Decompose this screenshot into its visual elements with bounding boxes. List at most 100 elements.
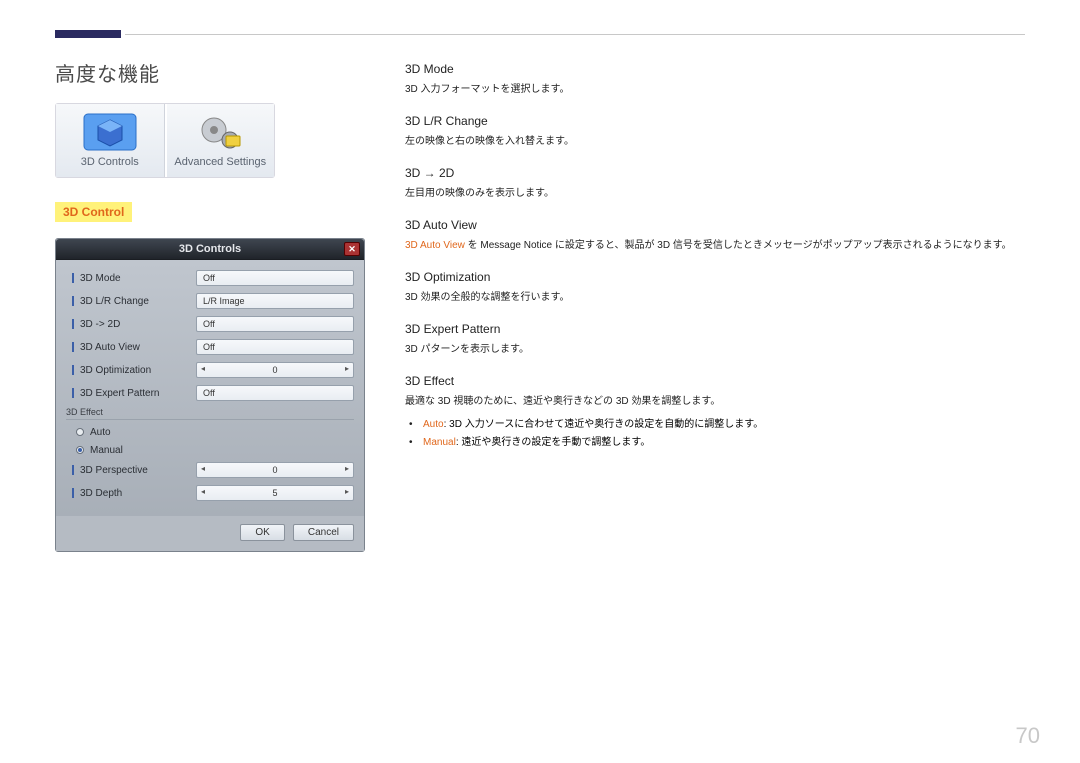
dialog-row-field[interactable]: L/R Image bbox=[196, 293, 354, 309]
page-number: 70 bbox=[1016, 723, 1040, 749]
bullet-bar-icon bbox=[72, 365, 74, 375]
ok-button[interactable]: OK bbox=[240, 524, 284, 541]
bullet-bar-icon bbox=[72, 319, 74, 329]
chevron-left-icon[interactable]: ◂ bbox=[201, 487, 205, 496]
dialog-row-value: Off bbox=[203, 273, 215, 283]
definitions-column: 3D Mode 3D 入力フォーマットを選択します。 3D L/R Change 左の… bbox=[405, 58, 1025, 552]
dialog-row-5: 3D Expert Pattern Off bbox=[66, 383, 354, 403]
chevron-right-icon[interactable]: ▸ bbox=[345, 464, 349, 473]
dialog-row-value: L/R Image bbox=[203, 296, 245, 306]
header-rule bbox=[55, 30, 1025, 38]
def-heading: 3D Expert Pattern bbox=[405, 322, 1025, 336]
bullet-item: Auto: 3D 入力ソースに合わせて遠近や奥行きの設定を自動的に調整します。 bbox=[423, 416, 1025, 434]
dialog-row-eff-1: 3D Depth ◂ 5 ▸ bbox=[66, 483, 354, 503]
dialog-row-2: 3D -> 2D Off bbox=[66, 314, 354, 334]
radio-label: Auto bbox=[90, 427, 111, 438]
dialog-row-label-text: 3D Depth bbox=[80, 488, 122, 499]
dialog-title: 3D Controls bbox=[179, 243, 241, 255]
tile-3d-controls[interactable]: 3D Controls bbox=[56, 104, 165, 177]
def-heading: 3D Mode bbox=[405, 62, 1025, 76]
dialog-3d-controls: 3D Controls ✕ 3D Mode Off 3D L/R Change L/R… bbox=[55, 238, 365, 552]
header-rule-accent bbox=[55, 30, 125, 38]
bullet-item: Manual: 遠近や奥行きの設定を手動で調整します。 bbox=[423, 434, 1025, 452]
dialog-row-label-text: 3D -> 2D bbox=[80, 319, 120, 330]
close-icon[interactable]: ✕ bbox=[344, 242, 360, 256]
def-body: 3D 効果の全般的な調整を行います。 bbox=[405, 290, 1025, 306]
chevron-right-icon[interactable]: ▸ bbox=[345, 487, 349, 496]
cancel-button[interactable]: Cancel bbox=[293, 524, 354, 541]
radio-auto[interactable]: Auto bbox=[66, 424, 354, 440]
dialog-row-value: Off bbox=[203, 388, 215, 398]
radio-icon bbox=[76, 446, 84, 454]
def-heading: 3D L/R Change bbox=[405, 114, 1025, 128]
def-body: 3D パターンを表示します。 bbox=[405, 342, 1025, 358]
section-highlight: 3D Control bbox=[55, 202, 132, 222]
accent-text: 3D Auto View bbox=[405, 240, 465, 251]
dialog-row-value: 0 bbox=[272, 465, 277, 475]
dialog-row-0: 3D Mode Off bbox=[66, 268, 354, 288]
radio-icon bbox=[76, 428, 84, 436]
accent-text: Manual bbox=[423, 437, 456, 448]
dialog-row-label-text: 3D Auto View bbox=[80, 342, 140, 353]
dialog-row-field[interactable]: Off bbox=[196, 270, 354, 286]
radio-label: Manual bbox=[90, 445, 123, 456]
dialog-row-label: 3D Mode bbox=[66, 273, 196, 284]
def-body: 左目用の映像のみを表示します。 bbox=[405, 186, 1025, 202]
chevron-right-icon[interactable]: ▸ bbox=[345, 364, 349, 373]
def-heading: 3D Optimization bbox=[405, 270, 1025, 284]
dialog-row-label: 3D L/R Change bbox=[66, 296, 196, 307]
dialog-row-3: 3D Auto View Off bbox=[66, 337, 354, 357]
dialog-row-field[interactable]: Off bbox=[196, 385, 354, 401]
tile-advanced-settings[interactable]: Advanced Settings bbox=[167, 104, 275, 177]
dialog-row-value: Off bbox=[203, 342, 215, 352]
def-heading: 3D Auto View bbox=[405, 218, 1025, 232]
dialog-row-label-text: 3D Mode bbox=[80, 273, 121, 284]
dialog-row-label: 3D -> 2D bbox=[66, 319, 196, 330]
bullet-bar-icon bbox=[72, 488, 74, 498]
cube-icon bbox=[82, 112, 138, 152]
chevron-left-icon[interactable]: ◂ bbox=[201, 364, 205, 373]
bullet-bar-icon bbox=[72, 388, 74, 398]
dialog-row-field[interactable]: Off bbox=[196, 339, 354, 355]
def-body: 3D Auto View を Message Notice に設定すると、製品が… bbox=[405, 238, 1025, 254]
dialog-row-1: 3D L/R Change L/R Image bbox=[66, 291, 354, 311]
bullet-bar-icon bbox=[72, 465, 74, 475]
tile-label: Advanced Settings bbox=[171, 156, 271, 169]
dialog-row-label: 3D Optimization bbox=[66, 365, 196, 376]
def-body: 左の映像と右の映像を入れ替えます。 bbox=[405, 134, 1025, 150]
dialog-row-field[interactable]: ◂ 0 ▸ bbox=[196, 462, 354, 478]
dialog-row-label-text: 3D Perspective bbox=[80, 465, 148, 476]
gears-icon bbox=[192, 112, 248, 152]
menu-tiles: 3D Controls Advanced Settings bbox=[55, 103, 275, 178]
dialog-row-4: 3D Optimization ◂ 0 ▸ bbox=[66, 360, 354, 380]
dialog-row-label: 3D Auto View bbox=[66, 342, 196, 353]
page-title: 高度な機能 bbox=[55, 58, 365, 87]
bullet-bar-icon bbox=[72, 273, 74, 283]
tile-label: 3D Controls bbox=[60, 156, 160, 169]
group-3d-effect: 3D Effect bbox=[66, 407, 354, 420]
header-rule-line bbox=[125, 34, 1025, 35]
dialog-row-value: 5 bbox=[272, 488, 277, 498]
dialog-row-eff-0: 3D Perspective ◂ 0 ▸ bbox=[66, 460, 354, 480]
bullet-bar-icon bbox=[72, 342, 74, 352]
dialog-row-label: 3D Perspective bbox=[66, 465, 196, 476]
dialog-row-field[interactable]: Off bbox=[196, 316, 354, 332]
dialog-row-label-text: 3D L/R Change bbox=[80, 296, 149, 307]
dialog-row-label-text: 3D Expert Pattern bbox=[80, 388, 159, 399]
dialog-titlebar: 3D Controls ✕ bbox=[56, 239, 364, 260]
dialog-row-label-text: 3D Optimization bbox=[80, 365, 151, 376]
def-heading: 3D Effect bbox=[405, 374, 1025, 388]
bullet-list: Auto: 3D 入力ソースに合わせて遠近や奥行きの設定を自動的に調整します。M… bbox=[405, 416, 1025, 452]
def-body: 最適な 3D 視聴のために、遠近や奥行きなどの 3D 効果を調整します。 bbox=[405, 394, 1025, 410]
dialog-row-field[interactable]: ◂ 5 ▸ bbox=[196, 485, 354, 501]
chevron-left-icon[interactable]: ◂ bbox=[201, 464, 205, 473]
def-body: 3D 入力フォーマットを選択します。 bbox=[405, 82, 1025, 98]
bullet-bar-icon bbox=[72, 296, 74, 306]
dialog-row-label: 3D Depth bbox=[66, 488, 196, 499]
dialog-row-value: 0 bbox=[272, 365, 277, 375]
dialog-row-value: Off bbox=[203, 319, 215, 329]
def-heading: 3D → 2D bbox=[405, 166, 1025, 180]
accent-text: Auto bbox=[423, 419, 444, 430]
dialog-row-field[interactable]: ◂ 0 ▸ bbox=[196, 362, 354, 378]
radio-manual[interactable]: Manual bbox=[66, 442, 354, 458]
